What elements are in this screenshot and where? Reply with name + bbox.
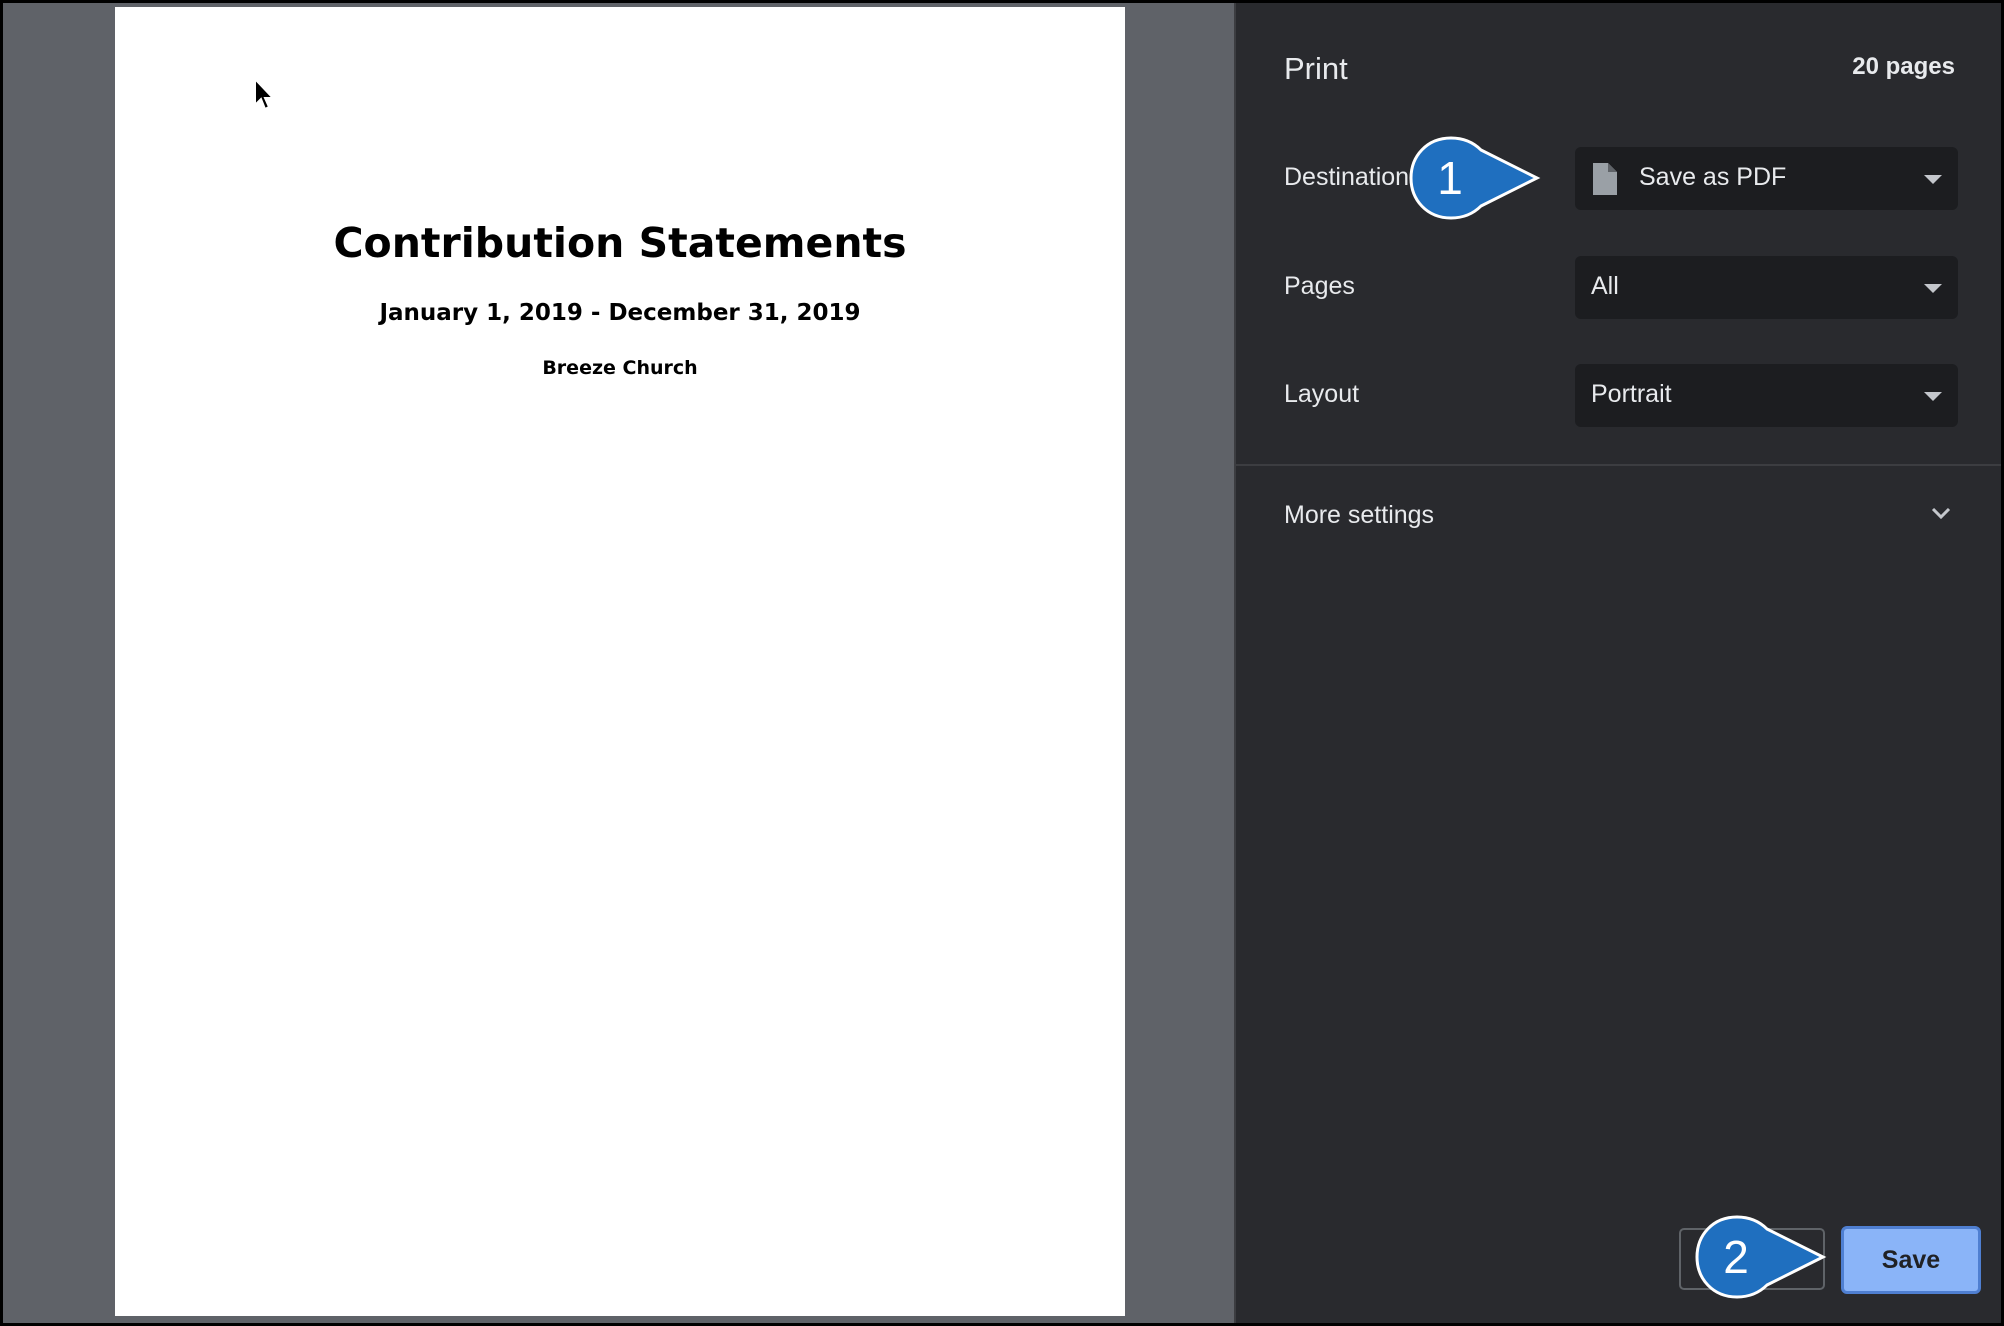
dropdown-arrow-icon [1924, 392, 1942, 401]
document-organization: Breeze Church [542, 357, 698, 379]
step-1-callout: 1 [1409, 136, 1541, 220]
callout-2-number: 2 [1723, 1231, 1749, 1283]
panel-title: Print [1284, 51, 1348, 86]
document-title: Contribution Statements [333, 219, 907, 267]
print-preview-area: Contribution Statements January 1, 2019 … [3, 3, 1234, 1323]
section-divider [1236, 464, 2001, 466]
print-settings-panel: Print 20 pages Destination Save as PDF P… [1234, 3, 2001, 1323]
print-dialog: Contribution Statements January 1, 2019 … [3, 3, 2001, 1323]
mouse-cursor-icon [254, 77, 276, 111]
save-button[interactable]: Save [1841, 1226, 1981, 1294]
pages-value: All [1591, 272, 1619, 300]
destination-value: Save as PDF [1639, 163, 1787, 191]
page-count: 20 pages [1852, 53, 1955, 80]
pages-label: Pages [1284, 272, 1355, 300]
dropdown-arrow-icon [1924, 175, 1942, 184]
layout-label: Layout [1284, 380, 1360, 408]
destination-label: Destination [1284, 163, 1410, 191]
destination-select[interactable]: Save as PDF [1575, 147, 1958, 210]
more-settings-toggle[interactable]: More settings [1284, 501, 1434, 530]
dropdown-arrow-icon [1924, 284, 1942, 293]
callout-1-number: 1 [1437, 152, 1463, 204]
preview-page: Contribution Statements January 1, 2019 … [115, 7, 1125, 1316]
layout-select[interactable]: Portrait [1575, 364, 1958, 427]
layout-value: Portrait [1591, 380, 1672, 408]
document-date-range: January 1, 2019 - December 31, 2019 [379, 300, 861, 326]
chevron-down-icon[interactable] [1929, 505, 1953, 521]
step-2-callout: 2 [1695, 1215, 1827, 1299]
file-icon [1593, 163, 1617, 195]
pages-select[interactable]: All [1575, 256, 1958, 319]
